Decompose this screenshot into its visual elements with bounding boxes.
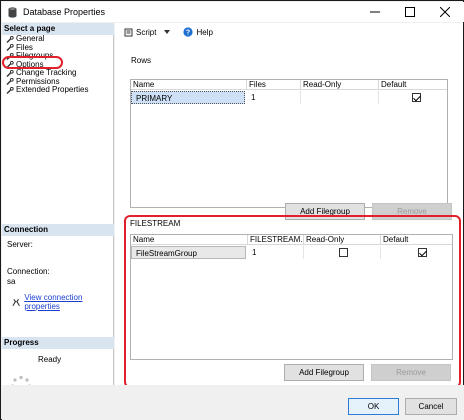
wrench-icon: [6, 78, 14, 86]
script-icon: [124, 28, 133, 36]
toolbar: Script ? Help: [115, 23, 463, 41]
page-item-extended-properties[interactable]: Extended Properties: [6, 85, 112, 95]
rows-section-title: Rows: [131, 56, 152, 65]
page-item-label: Extended Properties: [16, 85, 89, 94]
window-title: Database Properties: [23, 7, 106, 17]
column-header-default[interactable]: Default: [379, 80, 449, 90]
connection-label: Connection:: [7, 267, 50, 276]
remove-button-filestream[interactable]: Remove: [371, 364, 451, 381]
column-header-read-only[interactable]: Read-Only: [301, 80, 379, 90]
add-filegroup-button-filestream[interactable]: Add Filegroup: [284, 364, 364, 381]
row-files-cell[interactable]: 1: [247, 91, 301, 104]
database-icon: [8, 7, 17, 18]
progress-status: Ready: [38, 355, 62, 364]
database-properties-window: Database Properties Select a page Genera…: [0, 0, 464, 420]
row-files-cell[interactable]: 1: [248, 246, 304, 259]
connection-value: sa: [7, 277, 16, 286]
row-read-only-cell[interactable]: [304, 246, 381, 259]
ok-button[interactable]: OK: [348, 398, 399, 415]
left-pane: Select a page General Files Filegroups Opti…: [2, 23, 114, 397]
row-default-cell[interactable]: [381, 246, 454, 259]
filestream-section-title: FILESTREAM: [130, 219, 181, 228]
close-button[interactable]: [428, 2, 462, 22]
help-icon: ?: [183, 27, 194, 37]
default-checkbox[interactable]: [418, 248, 427, 257]
title-bar: Database Properties: [2, 2, 464, 22]
svg-text:?: ?: [186, 30, 190, 37]
table-row[interactable]: PRIMARY 1: [131, 91, 447, 104]
row-name-cell[interactable]: FileStreamGroup: [131, 246, 246, 259]
row-name-cell[interactable]: PRIMARY: [131, 91, 245, 104]
wrench-icon: [6, 35, 14, 43]
read-only-checkbox[interactable]: [339, 248, 348, 257]
column-header-default[interactable]: Default: [381, 235, 454, 245]
column-header-filestream-files[interactable]: FILESTREAM...: [248, 235, 304, 245]
help-button[interactable]: ? Help: [183, 27, 213, 37]
server-label: Server:: [7, 240, 33, 249]
minimize-button[interactable]: [358, 2, 392, 22]
filestream-grid-header: Name FILESTREAM... Read-Only Default: [131, 235, 452, 245]
row-read-only-cell[interactable]: [301, 91, 379, 104]
filestream-grid[interactable]: Name FILESTREAM... Read-Only Default Fil…: [130, 234, 453, 360]
connection-properties-icon: [12, 298, 20, 306]
script-label: Script: [136, 27, 157, 37]
default-checkbox[interactable]: [412, 93, 421, 102]
maximize-button[interactable]: [393, 2, 427, 22]
minimize-icon: [370, 11, 380, 13]
column-header-name[interactable]: Name: [131, 80, 247, 90]
wrench-icon: [6, 44, 14, 52]
table-row[interactable]: FileStreamGroup 1: [131, 246, 452, 259]
connection-header: Connection: [2, 224, 114, 236]
view-connection-properties[interactable]: View connection properties: [12, 293, 113, 311]
help-label: Help: [196, 27, 213, 37]
wrench-icon: [6, 69, 14, 77]
view-connection-properties-link[interactable]: View connection properties: [24, 293, 113, 311]
close-icon: [440, 7, 450, 17]
cancel-button[interactable]: Cancel: [405, 398, 457, 415]
filegroups-highlight-ring: [2, 56, 63, 69]
column-header-read-only[interactable]: Read-Only: [304, 235, 381, 245]
column-header-files[interactable]: Files: [247, 80, 301, 90]
row-default-cell[interactable]: [379, 91, 449, 104]
column-header-name[interactable]: Name: [131, 235, 248, 245]
chevron-down-icon[interactable]: [162, 29, 172, 35]
wrench-icon: [6, 86, 14, 94]
rows-grid[interactable]: Name Files Read-Only Default PRIMARY 1: [130, 79, 448, 208]
dialog-footer: OK Cancel: [2, 385, 464, 420]
progress-header: Progress: [2, 337, 114, 349]
maximize-icon: [405, 7, 415, 17]
script-button[interactable]: Script: [124, 28, 175, 37]
rows-grid-header: Name Files Read-Only Default: [131, 80, 447, 90]
